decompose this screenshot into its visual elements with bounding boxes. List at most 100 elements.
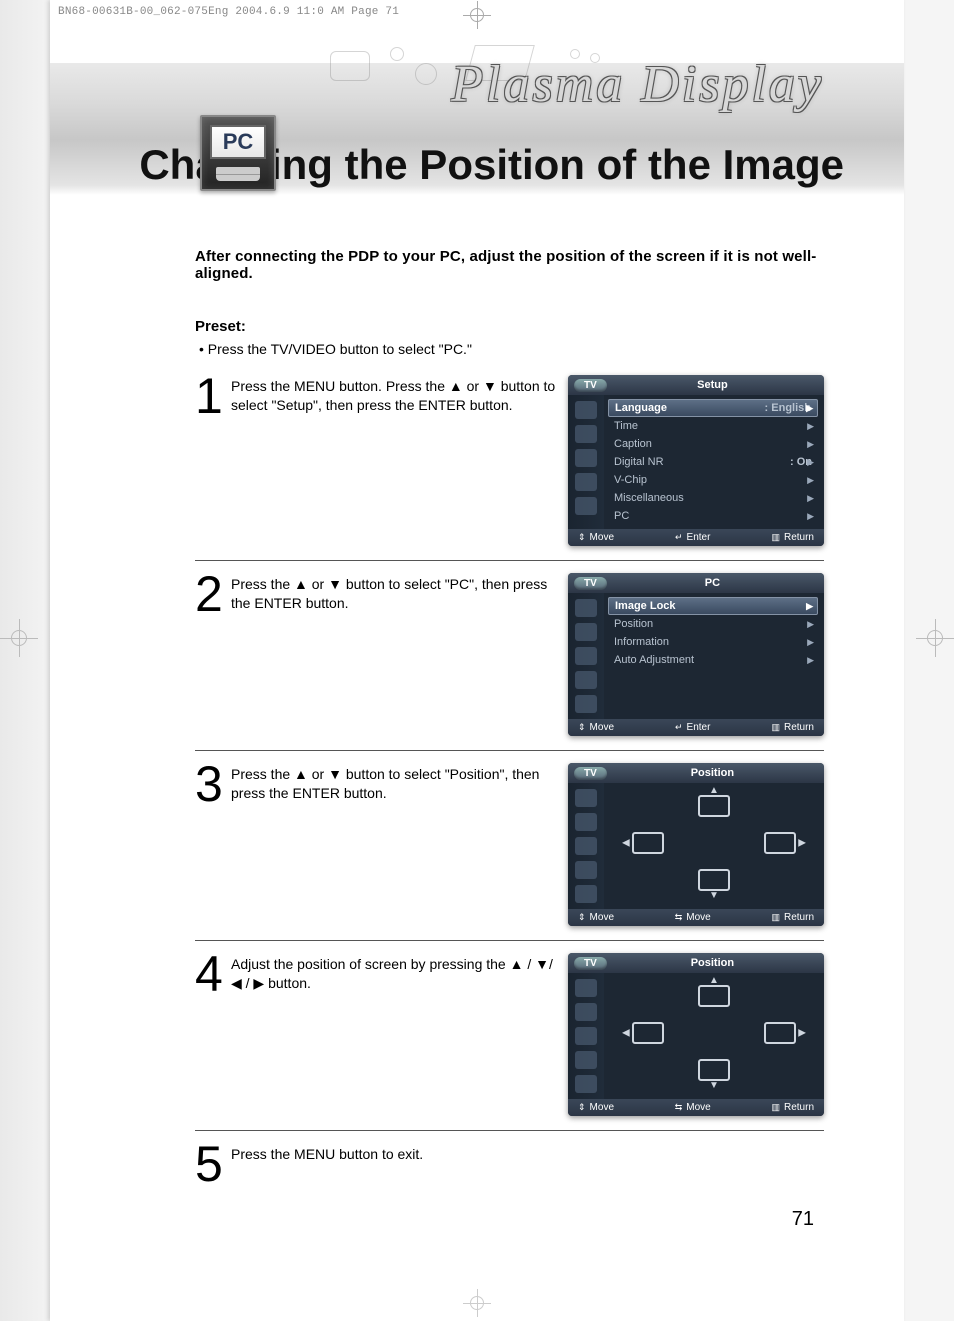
osd-tab-icon bbox=[575, 425, 597, 443]
osd-tab-icon bbox=[575, 647, 597, 665]
chevron-right-icon: ▶ bbox=[806, 601, 813, 612]
osd-list: Language: English▶ Time▶ Caption▶ Digita… bbox=[604, 395, 824, 529]
osd-tv-pill: TV bbox=[574, 957, 607, 970]
osd-tab-icon bbox=[575, 837, 597, 855]
chevron-right-icon: ▶ bbox=[807, 637, 814, 648]
return-icon: ▥ bbox=[771, 912, 780, 923]
osd-item-label: Information bbox=[614, 636, 669, 648]
osd-footer: ⇕Move ↵Enter ▥Return bbox=[568, 719, 824, 736]
position-pad[interactable]: ▲ ▼ ◀ ▶ bbox=[604, 783, 824, 903]
osd-item-label: Image Lock bbox=[615, 600, 676, 612]
page-number: 71 bbox=[792, 1208, 814, 1231]
osd-tab-icon bbox=[575, 497, 597, 515]
osd-tab-icon bbox=[575, 695, 597, 713]
move-leftright-icon: ⇆ bbox=[675, 912, 683, 923]
screen-down-icon bbox=[698, 869, 730, 891]
osd-footer: ⇕Move ↵Enter ▥Return bbox=[568, 529, 824, 546]
osd-footer-return: Return bbox=[784, 722, 814, 733]
osd-footer-move: Move bbox=[590, 1102, 614, 1113]
osd-tab-icon bbox=[575, 473, 597, 491]
banner-script-title: Plasma Display bbox=[451, 55, 824, 114]
osd-pc: TV PC Image Lock▶ Positi bbox=[568, 573, 824, 736]
osd-position-2: TV Position ▲ ▼ bbox=[568, 953, 824, 1116]
chevron-right-icon: ▶ bbox=[807, 655, 814, 666]
chevron-right-icon: ▶ bbox=[807, 619, 814, 630]
screen-up-icon bbox=[698, 985, 730, 1007]
osd-tab-icon bbox=[575, 885, 597, 903]
osd-footer-move: Move bbox=[590, 912, 614, 923]
page: BN68-00631B-00_062-075Eng 2004.6.9 11:0 … bbox=[50, 0, 904, 1321]
step-number: 4 bbox=[195, 953, 231, 996]
step-row-4: 4 Adjust the position of screen by press… bbox=[195, 953, 824, 1131]
osd-tab-icon bbox=[575, 979, 597, 997]
osd-item-language[interactable]: Language : English▶ bbox=[608, 399, 818, 417]
arrow-right-icon: ▶ bbox=[798, 838, 806, 849]
osd-item-time[interactable]: Time▶ bbox=[608, 417, 818, 435]
osd-item-misc[interactable]: Miscellaneous▶ bbox=[608, 489, 818, 507]
osd-icon-column bbox=[568, 973, 604, 1099]
osd-tab-icon bbox=[575, 623, 597, 641]
osd-tab-icon bbox=[575, 1027, 597, 1045]
registration-mark-left bbox=[6, 625, 32, 651]
osd-item-label: Language bbox=[615, 402, 667, 414]
osd-tab-icon bbox=[575, 861, 597, 879]
step-text: Press the ▲ or ▼ button to select "Posit… bbox=[231, 763, 561, 803]
move-updown-icon: ⇕ bbox=[578, 532, 586, 543]
return-icon: ▥ bbox=[771, 532, 780, 543]
screen-up-icon bbox=[698, 795, 730, 817]
osd-item-value: : English bbox=[765, 402, 811, 414]
registration-mark-top bbox=[467, 5, 487, 25]
osd-item-label: Auto Adjustment bbox=[614, 654, 694, 666]
arrow-down-icon: ▼ bbox=[709, 890, 719, 901]
osd-item-pc[interactable]: PC▶ bbox=[608, 507, 818, 525]
step-text: Press the ▲ or ▼ button to select "PC", … bbox=[231, 573, 561, 613]
osd-setup: TV Setup Language: English▶ bbox=[568, 375, 824, 546]
osd-item-label: PC bbox=[614, 510, 629, 522]
osd-item-auto-adjustment[interactable]: Auto Adjustment ▶ bbox=[608, 651, 818, 669]
osd-icon-column bbox=[568, 593, 604, 719]
osd-footer-enter: Enter bbox=[687, 722, 711, 733]
osd-tab-icon bbox=[575, 813, 597, 831]
osd-tab-icon bbox=[575, 671, 597, 689]
osd-title: PC bbox=[607, 577, 818, 589]
pc-badge-label: PC bbox=[210, 125, 266, 159]
registration-mark-right bbox=[922, 625, 948, 651]
move-leftright-icon: ⇆ bbox=[675, 1102, 683, 1113]
osd-item-vchip[interactable]: V-Chip▶ bbox=[608, 471, 818, 489]
step-number: 2 bbox=[195, 573, 231, 616]
step-number: 3 bbox=[195, 763, 231, 806]
osd-title: Position bbox=[607, 767, 818, 779]
step-row-2: 2 Press the ▲ or ▼ button to select "PC"… bbox=[195, 573, 824, 751]
chevron-right-icon: ▶ bbox=[807, 439, 814, 450]
osd-item-digital-nr[interactable]: Digital NR: On▶ bbox=[608, 453, 818, 471]
osd-item-information[interactable]: Information ▶ bbox=[608, 633, 818, 651]
screen-right-icon bbox=[764, 832, 796, 854]
enter-icon: ↵ bbox=[675, 722, 683, 733]
preset-bullet: • Press the TV/VIDEO button to select "P… bbox=[199, 341, 824, 357]
step-number: 1 bbox=[195, 375, 231, 418]
osd-icon-column bbox=[568, 783, 604, 909]
osd-item-label: Position bbox=[614, 618, 653, 630]
arrow-right-icon: ▶ bbox=[798, 1028, 806, 1039]
osd-item-position[interactable]: Position ▶ bbox=[608, 615, 818, 633]
osd-footer-return: Return bbox=[784, 1102, 814, 1113]
position-pad[interactable]: ▲ ▼ ◀ ▶ bbox=[604, 973, 824, 1093]
screen-right-icon bbox=[764, 1022, 796, 1044]
osd-item-label: Miscellaneous bbox=[614, 492, 684, 504]
chevron-right-icon: ▶ bbox=[806, 403, 813, 414]
step-text: Press the MENU button. Press the ▲ or ▼ … bbox=[231, 375, 561, 415]
osd-footer-return: Return bbox=[784, 532, 814, 543]
screen-down-icon bbox=[698, 1059, 730, 1081]
osd-title: Position bbox=[607, 957, 818, 969]
osd-item-image-lock[interactable]: Image Lock ▶ bbox=[608, 597, 818, 615]
print-crop-header: BN68-00631B-00_062-075Eng 2004.6.9 11:0 … bbox=[58, 6, 399, 18]
step-text: Press the MENU button to exit. bbox=[231, 1143, 561, 1164]
osd-tv-pill: TV bbox=[574, 577, 607, 590]
osd-footer: ⇕Move ⇆Move ▥Return bbox=[568, 909, 824, 926]
osd-footer-move-h: Move bbox=[686, 1102, 710, 1113]
return-icon: ▥ bbox=[771, 722, 780, 733]
osd-tab-icon bbox=[575, 599, 597, 617]
step-row-5: 5 Press the MENU button to exit. bbox=[195, 1143, 824, 1186]
osd-item-caption[interactable]: Caption▶ bbox=[608, 435, 818, 453]
step-row-3: 3 Press the ▲ or ▼ button to select "Pos… bbox=[195, 763, 824, 941]
